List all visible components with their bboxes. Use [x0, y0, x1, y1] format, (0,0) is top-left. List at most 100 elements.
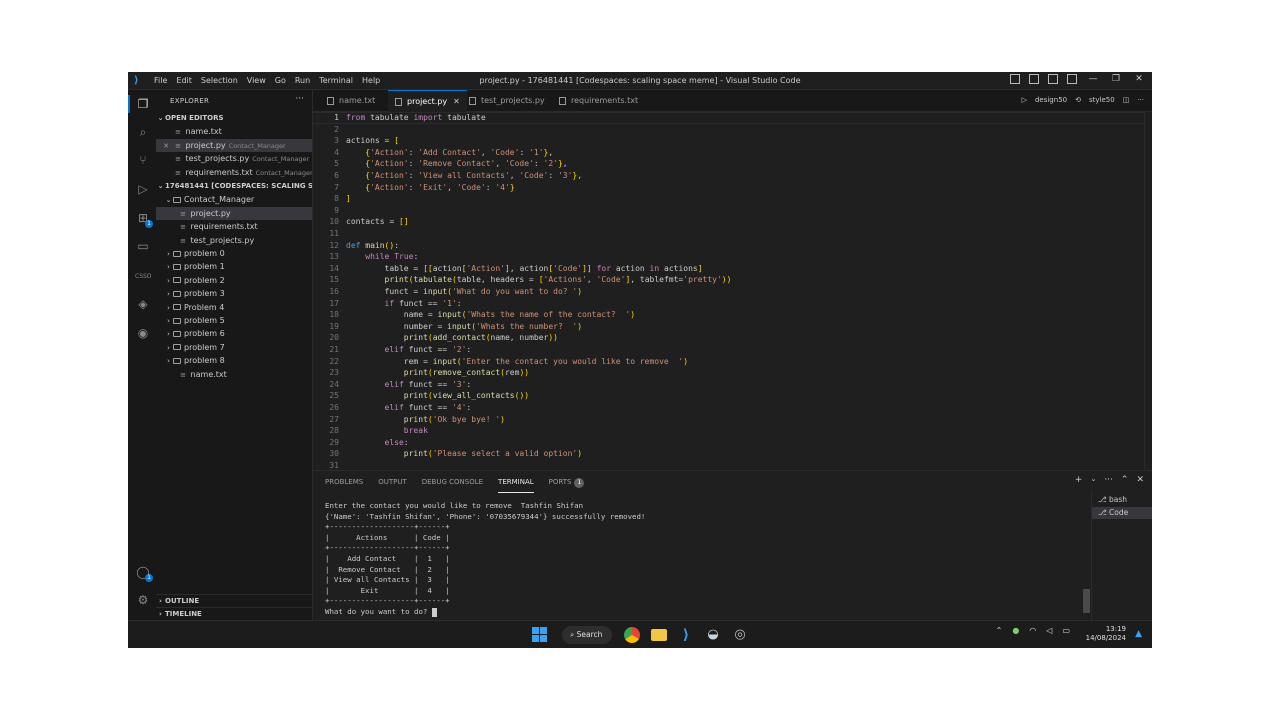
chevron-down-icon[interactable]: ⌄: [1090, 475, 1096, 485]
outline-section[interactable]: › OUTLINE: [156, 594, 312, 607]
code-line[interactable]: {'Action': 'Remove Contact', 'Code': '2'…: [346, 158, 567, 170]
menu-go[interactable]: Go: [275, 76, 286, 85]
code-line[interactable]: print(tabulate(table, headers = ['Action…: [346, 274, 732, 286]
gear-icon[interactable]: ⚙: [135, 592, 151, 608]
app-icon[interactable]: ◎: [732, 627, 748, 643]
menu-run[interactable]: Run: [295, 76, 310, 85]
tab-requirements-txt[interactable]: requirements.txt: [553, 90, 644, 112]
code-line[interactable]: if funct == '1':: [346, 298, 462, 310]
code-line[interactable]: from tabulate import tabulate: [346, 112, 486, 124]
vscode-taskbar-icon[interactable]: ⟩: [678, 627, 694, 643]
code-line[interactable]: break: [346, 425, 428, 437]
microphone-icon[interactable]: ●: [1012, 626, 1019, 635]
steam-icon[interactable]: ◒: [705, 627, 721, 643]
folder-problem-item[interactable]: › problem 8: [156, 354, 312, 367]
toggle-secondary-sidebar-icon[interactable]: [1048, 74, 1058, 84]
code-line[interactable]: actions = [: [346, 135, 399, 147]
account-icon[interactable]: ◯ 1: [135, 564, 153, 582]
restore-icon[interactable]: ❐: [1109, 74, 1123, 84]
menu-help[interactable]: Help: [362, 76, 380, 85]
menu-edit[interactable]: Edit: [176, 76, 192, 85]
open-editor-item[interactable]: ≡ requirements.txt Contact_Manager: [156, 166, 312, 179]
folder-problem-item[interactable]: › Problem 4: [156, 301, 312, 314]
tab-output[interactable]: OUTPUT: [378, 477, 407, 493]
more-actions-icon[interactable]: ···: [295, 94, 304, 104]
remote-explorer-icon[interactable]: ▭: [135, 238, 151, 254]
design50-button[interactable]: design50: [1035, 96, 1067, 104]
tree-file-item[interactable]: ≡ name.txt: [156, 368, 312, 381]
style50-button[interactable]: style50: [1089, 96, 1115, 104]
code-line[interactable]: contacts = []: [346, 216, 409, 228]
maximize-panel-icon[interactable]: ⌃: [1121, 475, 1129, 485]
code-editor[interactable]: 1 from tabulate import tabulate 2 3 actions …: [313, 112, 1152, 470]
wifi-icon[interactable]: ◠: [1029, 626, 1036, 635]
code-line[interactable]: while True:: [346, 251, 418, 263]
taskbar-search[interactable]: ⌕ Search: [562, 626, 612, 644]
close-panel-icon[interactable]: ✕: [1136, 475, 1144, 485]
code-line[interactable]: print('Please select a valid option'): [346, 448, 582, 460]
terminal-bash[interactable]: ⎇ bash: [1092, 494, 1152, 506]
folder-problem-item[interactable]: › problem 3: [156, 287, 312, 300]
close-tab-icon[interactable]: ✕: [453, 97, 460, 106]
open-editors-section[interactable]: ⌄ OPEN EDITORS: [156, 112, 312, 125]
taskbar-clock[interactable]: 13:19 14/08/2024: [1086, 625, 1126, 643]
start-button[interactable]: [532, 627, 548, 643]
code-line[interactable]: elif funct == '3':: [346, 379, 472, 391]
close-icon[interactable]: ✕: [161, 140, 171, 152]
open-editor-item-active[interactable]: ✕ ≡ project.py Contact_Manager: [156, 139, 312, 152]
battery-icon[interactable]: ▭: [1062, 626, 1070, 635]
tab-ports[interactable]: PORTS 1: [549, 477, 585, 493]
menu-selection[interactable]: Selection: [201, 76, 238, 85]
code-line[interactable]: {'Action': 'Add Contact', 'Code': '1'},: [346, 147, 553, 159]
tab-debug-console[interactable]: DEBUG CONSOLE: [422, 477, 483, 493]
tree-file-item[interactable]: ≡ requirements.txt: [156, 220, 312, 233]
tab-terminal[interactable]: TERMINAL: [498, 477, 534, 493]
code-line[interactable]: table = [[action['Action'], action['Code…: [346, 263, 703, 275]
more-actions-icon[interactable]: ···: [1137, 96, 1144, 104]
source-control-icon[interactable]: ⑂: [135, 152, 151, 168]
folder-problem-item[interactable]: › problem 6: [156, 327, 312, 340]
code-line[interactable]: print(remove_contact(rem)): [346, 367, 529, 379]
tab-test-projects-py[interactable]: test_projects.py: [463, 90, 551, 112]
folder-problem-item[interactable]: › problem 7: [156, 341, 312, 354]
terminal-scrollbar[interactable]: [1083, 589, 1090, 613]
code-line[interactable]: {'Action': 'View all Contacts', 'Code': …: [346, 170, 582, 182]
editor-scrollbar[interactable]: [1144, 112, 1152, 470]
customize-layout-icon[interactable]: [1067, 74, 1077, 84]
volume-icon[interactable]: ◁: [1046, 626, 1052, 635]
style50-icon[interactable]: ⟲: [1075, 96, 1081, 104]
menu-file[interactable]: File: [154, 76, 167, 85]
toggle-panel-icon[interactable]: [1029, 74, 1039, 84]
tree-file-item[interactable]: ≡ test_projects.py: [156, 234, 312, 247]
code-line[interactable]: print(view_all_contacts()): [346, 390, 529, 402]
code-line[interactable]: rem = input('Enter the contact you would…: [346, 356, 688, 368]
code-line[interactable]: elif funct == '4':: [346, 402, 472, 414]
folder-problem-item[interactable]: › problem 5: [156, 314, 312, 327]
chevron-up-icon[interactable]: ⌃: [996, 626, 1003, 635]
extensions-icon[interactable]: ⊞ 1: [135, 210, 153, 228]
tab-name-txt[interactable]: name.txt: [321, 90, 381, 112]
code-line[interactable]: name = input('Whats the name of the cont…: [346, 309, 635, 321]
open-editor-item[interactable]: ≡ test_projects.py Contact_Manager: [156, 152, 312, 165]
new-terminal-icon[interactable]: +: [1075, 475, 1083, 485]
open-editor-item[interactable]: ≡ name.txt: [156, 125, 312, 138]
chrome-icon[interactable]: [624, 627, 640, 643]
code-line[interactable]: else:: [346, 437, 409, 449]
tab-problems[interactable]: PROBLEMS: [325, 477, 363, 493]
minimize-icon[interactable]: —: [1086, 74, 1100, 84]
workspace-section[interactable]: ⌄176481441 [CODESPACES: SCALING SPACE ..…: [156, 180, 312, 193]
code-line[interactable]: funct = input('What do you want to do? '…: [346, 286, 583, 298]
code-line[interactable]: {'Action': 'Exit', 'Code': '4'}: [346, 182, 514, 194]
code-line[interactable]: number = input('Whats the number? '): [346, 321, 582, 333]
close-window-icon[interactable]: ✕: [1132, 74, 1146, 84]
search-icon[interactable]: ⌕: [135, 124, 151, 140]
folder-problem-item[interactable]: › problem 2: [156, 274, 312, 287]
code-line[interactable]: elif funct == '2':: [346, 344, 472, 356]
menu-view[interactable]: View: [247, 76, 266, 85]
folder-problem-item[interactable]: › problem 1: [156, 260, 312, 273]
tree-file-item[interactable]: ≡ project.py: [156, 207, 312, 220]
file-explorer-icon[interactable]: [651, 629, 667, 641]
run-debug-icon[interactable]: ▷: [135, 181, 151, 197]
css-icon[interactable]: CSSO: [135, 269, 152, 285]
menu-terminal[interactable]: Terminal: [319, 76, 353, 85]
